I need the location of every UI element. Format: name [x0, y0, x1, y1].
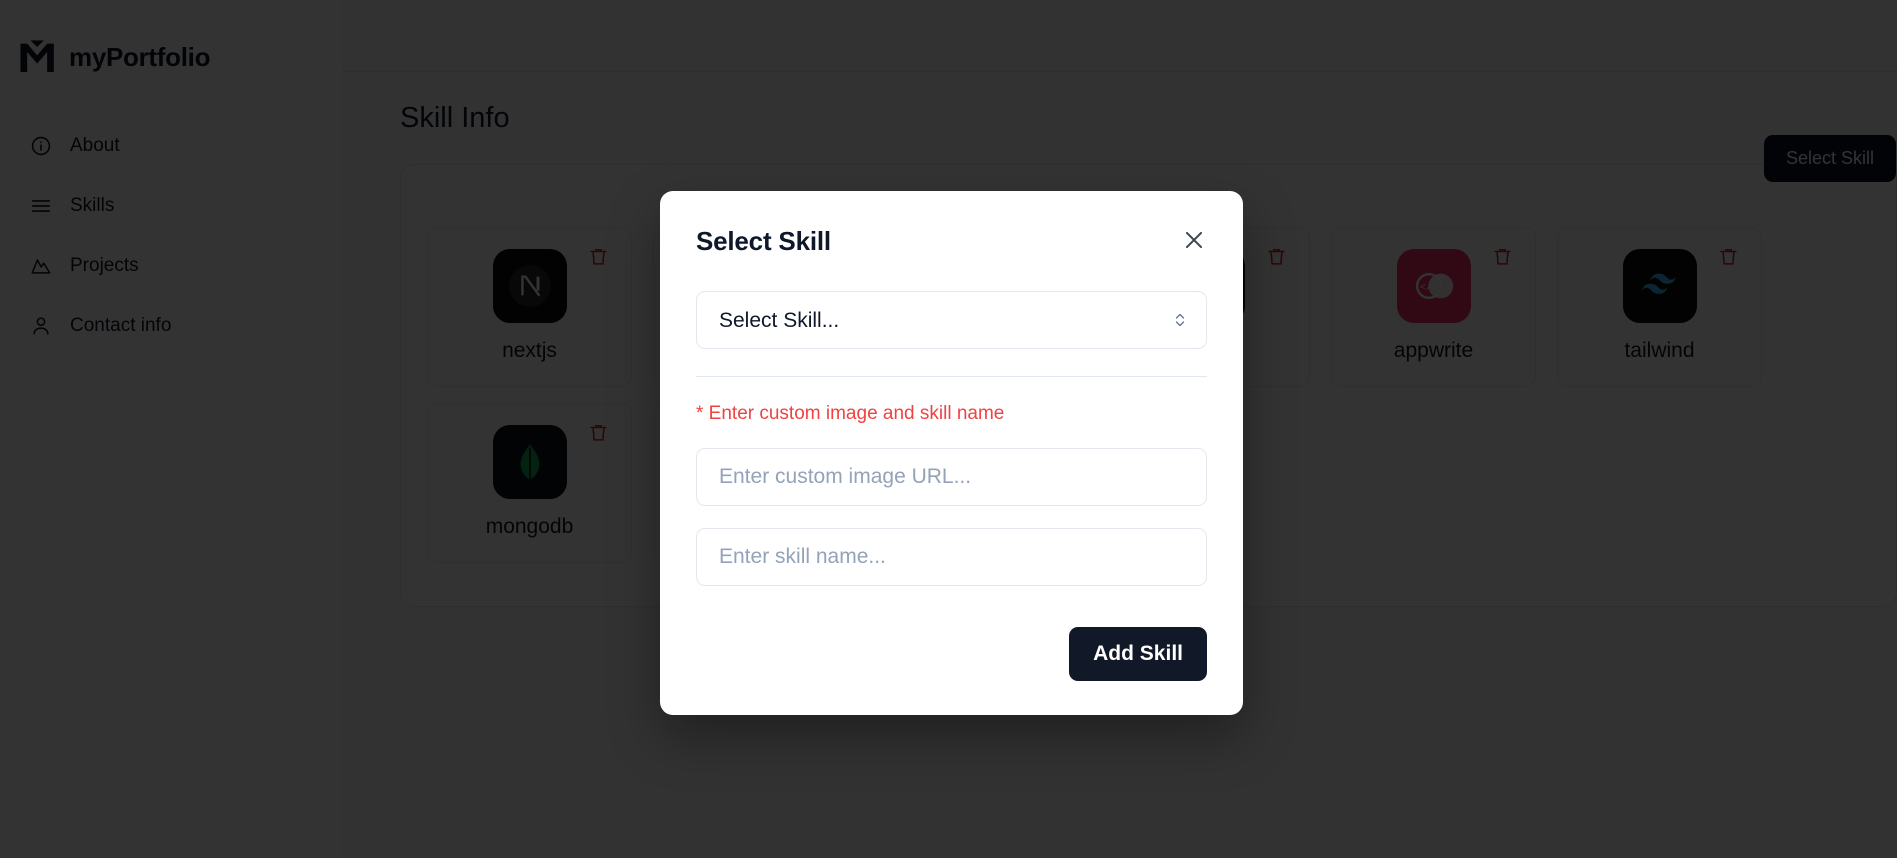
- close-x-icon[interactable]: [1181, 227, 1207, 253]
- skill-select[interactable]: Select Skill...: [696, 291, 1207, 349]
- modal-title: Select Skill: [696, 226, 831, 256]
- select-skill-modal: Select Skill Select Skill... * Enter cus…: [660, 191, 1243, 715]
- custom-image-hint: * Enter custom image and skill name: [696, 403, 1005, 424]
- skill-select-wrapper: Select Skill...: [696, 291, 1207, 349]
- add-skill-button[interactable]: Add Skill: [1069, 627, 1207, 681]
- modal-header: Select Skill: [696, 225, 1207, 257]
- modal-footer: Add Skill: [696, 627, 1207, 681]
- modal-overlay[interactable]: Select Skill Select Skill... * Enter cus…: [0, 0, 1897, 858]
- skill-name-input[interactable]: [696, 528, 1207, 586]
- custom-image-url-input[interactable]: [696, 448, 1207, 506]
- modal-divider: [696, 376, 1207, 377]
